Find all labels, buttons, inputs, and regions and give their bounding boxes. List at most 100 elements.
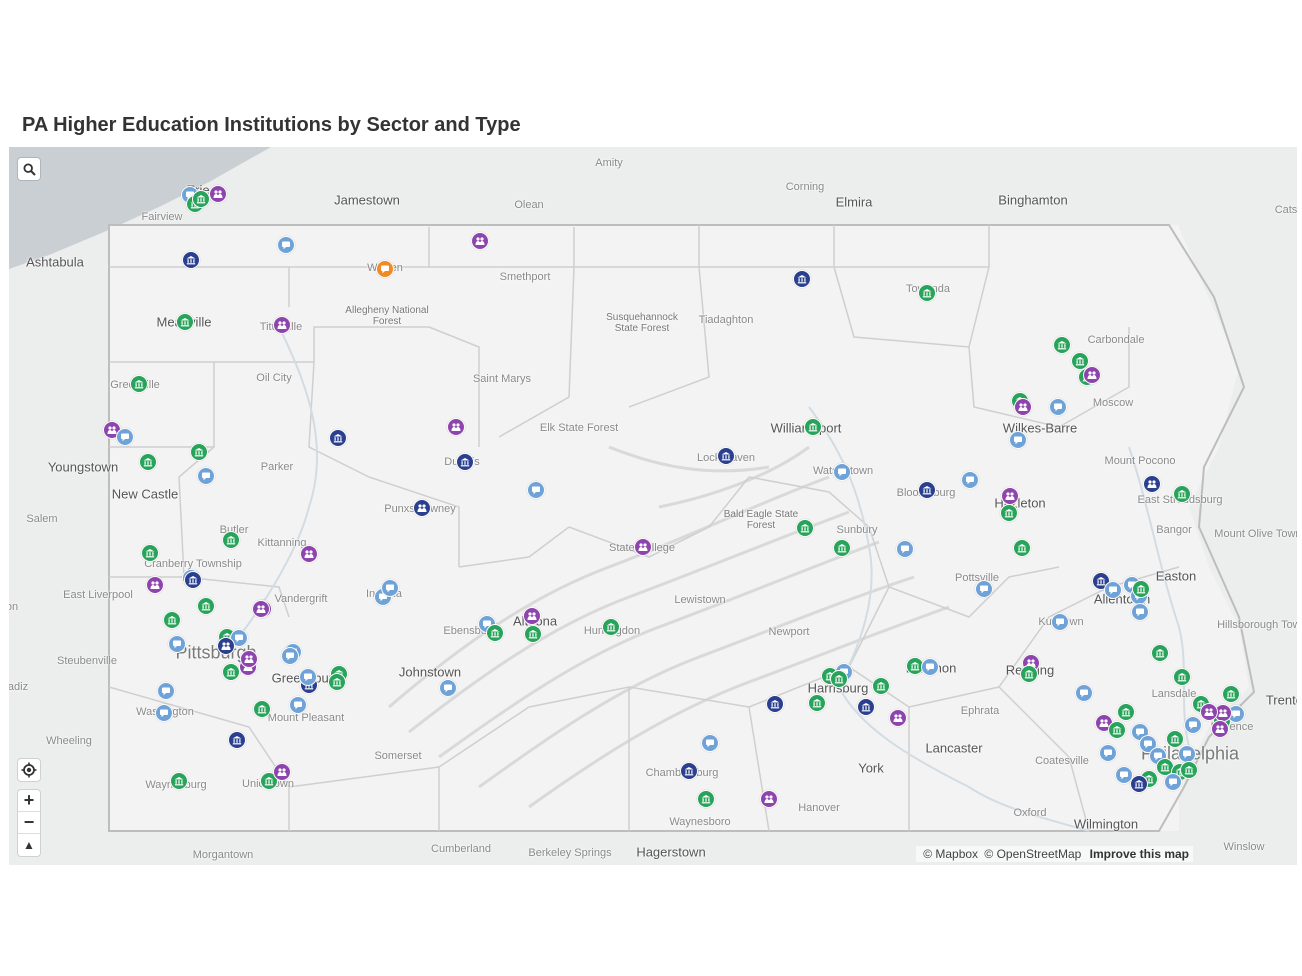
institution-marker[interactable] — [281, 647, 299, 665]
institution-marker[interactable] — [697, 790, 715, 808]
institution-marker[interactable] — [170, 772, 188, 790]
institution-marker[interactable] — [918, 284, 936, 302]
institution-marker[interactable] — [857, 698, 875, 716]
institution-marker[interactable] — [1051, 613, 1069, 631]
institution-marker[interactable] — [1131, 603, 1149, 621]
institution-marker[interactable] — [1173, 485, 1191, 503]
improve-map-link[interactable]: Improve this map — [1090, 847, 1189, 861]
institution-marker[interactable] — [139, 453, 157, 471]
institution-marker[interactable] — [222, 663, 240, 681]
institution-marker[interactable] — [975, 580, 993, 598]
institution-marker[interactable] — [439, 679, 457, 697]
institution-marker[interactable] — [889, 709, 907, 727]
institution-marker[interactable] — [157, 682, 175, 700]
institution-marker[interactable] — [808, 694, 826, 712]
institution-marker[interactable] — [1099, 744, 1117, 762]
institution-marker[interactable] — [1020, 665, 1038, 683]
institution-marker[interactable] — [1013, 539, 1031, 557]
institution-marker[interactable] — [1049, 398, 1067, 416]
institution-marker[interactable] — [413, 499, 431, 517]
institution-marker[interactable] — [1180, 761, 1198, 779]
institution-marker[interactable] — [273, 316, 291, 334]
institution-marker[interactable] — [1053, 336, 1071, 354]
institution-marker[interactable] — [197, 597, 215, 615]
institution-marker[interactable] — [289, 696, 307, 714]
institution-marker[interactable] — [1200, 703, 1218, 721]
mapbox-attribution-link[interactable]: © Mapbox — [923, 847, 978, 861]
institution-marker[interactable] — [1173, 668, 1191, 686]
search-button[interactable] — [18, 158, 40, 180]
institution-marker[interactable] — [602, 618, 620, 636]
institution-marker[interactable] — [1143, 475, 1161, 493]
institution-marker[interactable] — [328, 673, 346, 691]
institution-marker[interactable] — [1130, 775, 1148, 793]
map-canvas[interactable]: + − ▲ © Mapbox © OpenStreetMap Improve t… — [9, 147, 1297, 865]
institution-marker[interactable] — [1117, 703, 1135, 721]
institution-marker[interactable] — [796, 519, 814, 537]
institution-marker[interactable] — [717, 447, 735, 465]
institution-marker[interactable] — [961, 471, 979, 489]
institution-marker[interactable] — [523, 607, 541, 625]
institution-marker[interactable] — [1132, 580, 1150, 598]
institution-marker[interactable] — [1104, 581, 1122, 599]
institution-marker[interactable] — [1000, 504, 1018, 522]
institution-marker[interactable] — [300, 545, 318, 563]
geolocate-button[interactable] — [18, 759, 40, 781]
institution-marker[interactable] — [527, 481, 545, 499]
compass-button[interactable]: ▲ — [18, 834, 40, 856]
institution-marker[interactable] — [1001, 487, 1019, 505]
institution-marker[interactable] — [155, 704, 173, 722]
institution-marker[interactable] — [921, 658, 939, 676]
institution-marker[interactable] — [146, 576, 164, 594]
institution-marker[interactable] — [240, 650, 258, 668]
institution-marker[interactable] — [176, 313, 194, 331]
institution-marker[interactable] — [1014, 398, 1032, 416]
institution-marker[interactable] — [896, 540, 914, 558]
institution-marker[interactable] — [471, 232, 489, 250]
institution-marker[interactable] — [130, 375, 148, 393]
institution-marker[interactable] — [486, 624, 504, 642]
institution-marker[interactable] — [524, 625, 542, 643]
institution-marker[interactable] — [376, 260, 394, 278]
institution-marker[interactable] — [833, 539, 851, 557]
institution-marker[interactable] — [1009, 431, 1027, 449]
osm-attribution-link[interactable]: © OpenStreetMap — [984, 847, 1081, 861]
institution-marker[interactable] — [793, 270, 811, 288]
institution-marker[interactable] — [163, 611, 181, 629]
institution-marker[interactable] — [190, 443, 208, 461]
institution-marker[interactable] — [197, 467, 215, 485]
institution-marker[interactable] — [1166, 730, 1184, 748]
institution-marker[interactable] — [182, 251, 200, 269]
institution-marker[interactable] — [277, 236, 295, 254]
institution-marker[interactable] — [833, 463, 851, 481]
institution-marker[interactable] — [1151, 644, 1169, 662]
institution-marker[interactable] — [209, 185, 227, 203]
institution-marker[interactable] — [447, 418, 465, 436]
institution-marker[interactable] — [253, 700, 271, 718]
institution-marker[interactable] — [830, 670, 848, 688]
institution-marker[interactable] — [1222, 685, 1240, 703]
institution-marker[interactable] — [252, 600, 270, 618]
institution-marker[interactable] — [1108, 721, 1126, 739]
institution-marker[interactable] — [766, 695, 784, 713]
institution-marker[interactable] — [381, 579, 399, 597]
institution-marker[interactable] — [680, 762, 698, 780]
institution-marker[interactable] — [760, 790, 778, 808]
zoom-in-button[interactable]: + — [18, 790, 40, 812]
institution-marker[interactable] — [1211, 720, 1229, 738]
institution-marker[interactable] — [456, 453, 474, 471]
institution-marker[interactable] — [192, 190, 210, 208]
institution-marker[interactable] — [634, 538, 652, 556]
institution-marker[interactable] — [1164, 773, 1182, 791]
institution-marker[interactable] — [217, 637, 235, 655]
institution-marker[interactable] — [1075, 684, 1093, 702]
institution-marker[interactable] — [116, 428, 134, 446]
institution-marker[interactable] — [1184, 716, 1202, 734]
institution-marker[interactable] — [184, 571, 202, 589]
institution-marker[interactable] — [701, 734, 719, 752]
zoom-out-button[interactable]: − — [18, 812, 40, 834]
institution-marker[interactable] — [228, 731, 246, 749]
institution-marker[interactable] — [168, 635, 186, 653]
institution-marker[interactable] — [329, 429, 347, 447]
institution-marker[interactable] — [299, 668, 317, 686]
